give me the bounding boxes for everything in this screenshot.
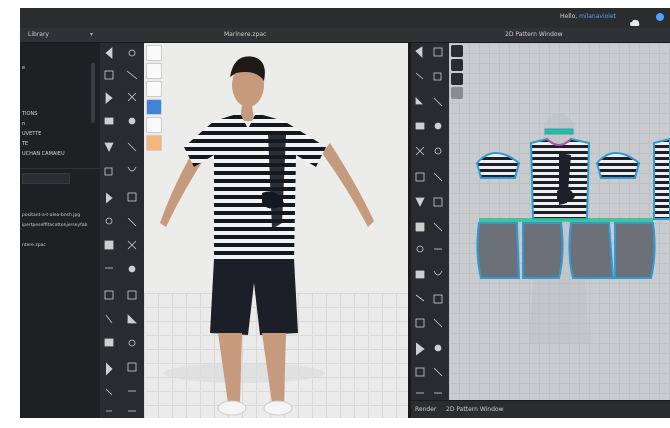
user-greeting: Hello, milanaviolet xyxy=(560,13,616,20)
select-mesh-icon[interactable] xyxy=(146,45,162,61)
tree-item[interactable]: UCHAN CAMAIEU xyxy=(22,151,65,157)
viewport-2d[interactable] xyxy=(449,43,670,400)
notification-icon[interactable] xyxy=(656,13,664,21)
panel-header-row: Library ▾ Marinere.zpac 2D Pattern Windo… xyxy=(20,28,670,43)
library-scrollbar[interactable] xyxy=(91,63,95,123)
tree-item[interactable]: n xyxy=(22,121,25,127)
simulation-icon[interactable] xyxy=(146,99,162,115)
tree-item[interactable]: UVETTE xyxy=(22,131,41,137)
app-window: Hello, milanaviolet Library ▾ Marinere.z… xyxy=(20,8,670,418)
camera-icon[interactable] xyxy=(146,117,162,133)
pattern-piece-sleeve-right[interactable] xyxy=(595,152,641,179)
top-bar: Hello, milanaviolet xyxy=(20,8,670,29)
tree-item[interactable]: e xyxy=(22,65,25,71)
viewport-2d-toolbar xyxy=(451,45,465,101)
viewport-3d-title: Marinere.zpac xyxy=(224,31,267,38)
fit-view-icon[interactable] xyxy=(451,87,463,99)
zoom-icon[interactable] xyxy=(451,73,463,85)
viewport-3d-toolbar xyxy=(146,45,162,153)
greeting-prefix: Hello, xyxy=(560,13,580,20)
pattern-piece-shorts-3[interactable] xyxy=(568,222,615,279)
file-item[interactable]: ipertpeseffitacottonjerseyfab xyxy=(22,223,87,228)
library-search-input[interactable] xyxy=(22,173,70,184)
avatar-model[interactable] xyxy=(144,43,408,418)
cloud-icon[interactable] xyxy=(630,12,640,26)
viewport-2d-title: 2D Pattern Window xyxy=(505,31,563,38)
pattern-piece-sleeve-left[interactable] xyxy=(475,152,521,179)
transform-icon[interactable] xyxy=(451,59,463,71)
pattern-piece-back[interactable] xyxy=(653,137,670,220)
pin-icon[interactable] xyxy=(146,81,162,97)
render-label[interactable]: Render xyxy=(415,406,436,413)
viewport-3d[interactable] xyxy=(144,43,408,418)
tool-palette-3d xyxy=(100,43,144,418)
pattern-piece-collar[interactable] xyxy=(544,128,574,135)
select-icon[interactable] xyxy=(451,45,463,57)
file-item[interactable]: ntere.zpac xyxy=(22,243,46,248)
library-tab[interactable]: Library xyxy=(28,31,49,38)
chevron-down-icon[interactable]: ▾ xyxy=(90,31,93,38)
transform-icon[interactable] xyxy=(146,63,162,79)
username[interactable]: milanaviolet xyxy=(579,13,616,20)
tool-icons-2d[interactable] xyxy=(411,43,449,418)
pattern-window-label: 2D Pattern Window xyxy=(446,406,504,413)
status-bar: Render 2D Pattern Window xyxy=(411,400,670,418)
avatar-icon[interactable] xyxy=(146,135,162,151)
pattern-piece-shorts-4[interactable] xyxy=(614,222,656,279)
tree-item[interactable]: TE xyxy=(22,141,28,147)
pattern-canvas[interactable] xyxy=(449,43,670,400)
pattern-piece-shorts-1[interactable] xyxy=(476,222,521,279)
file-item[interactable]: positant-a-t-alea-bnsh.jpg xyxy=(22,213,80,218)
pattern-piece-waistband[interactable] xyxy=(479,218,653,222)
pattern-piece-front[interactable] xyxy=(529,137,591,220)
tree-item[interactable]: TIONS xyxy=(22,111,37,117)
tool-icons-grid[interactable] xyxy=(100,43,144,418)
pattern-piece-shorts-2[interactable] xyxy=(522,222,564,279)
library-panel: e TIONS n UVETTE TE UCHAN CAMAIEU posita… xyxy=(20,43,100,418)
tool-palette-2d xyxy=(411,43,449,418)
divider xyxy=(20,168,100,169)
